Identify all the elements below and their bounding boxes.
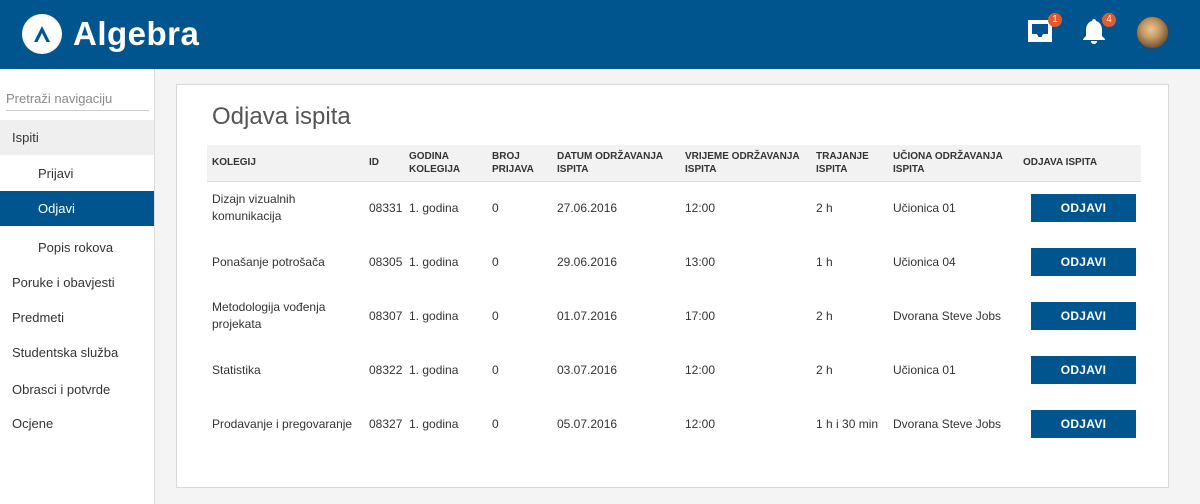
col-header-uciona: UČIONA ODRŽAVANJA ISPITA xyxy=(888,145,1018,182)
cell-action: ODJAVI xyxy=(1018,235,1141,289)
col-header-godina: GODINA KOLEGIJA xyxy=(404,145,487,182)
cell-id: 08331 xyxy=(369,200,403,215)
cell-broj: 0 xyxy=(492,254,499,269)
table-row: Ponašanje potrošača 08305 1. godina 0 29… xyxy=(207,235,1141,289)
cell-vrijeme: 13:00 xyxy=(685,254,716,269)
cell-vrijeme: 12:00 xyxy=(685,200,716,215)
cell-broj: 0 xyxy=(492,362,499,377)
sidebar-item-obrasci[interactable]: Obrasci i potvrde xyxy=(0,372,154,407)
table-header-row: KOLEGIJ ID GODINA KOLEGIJA BROJ PRIJAVA … xyxy=(207,145,1141,182)
page-title: Odjava ispita xyxy=(212,103,351,130)
cell-datum: 01.07.2016 xyxy=(557,308,618,323)
col-header-datum: DATUM ODRŽAVANJA ISPITA xyxy=(552,145,680,182)
odjavi-button[interactable]: ODJAVI xyxy=(1031,356,1136,384)
cell-broj: 0 xyxy=(492,416,499,431)
cell-vrijeme: 17:00 xyxy=(685,308,716,323)
inbox-badge: 1 xyxy=(1048,13,1062,27)
table-row: Statistika 08322 1. godina 0 03.07.2016 … xyxy=(207,343,1141,397)
cell-datum: 03.07.2016 xyxy=(557,362,618,377)
sidebar-item-prijavi[interactable]: Prijavi xyxy=(0,156,154,191)
cell-trajanje: 2 h xyxy=(816,362,833,377)
col-header-kolegij: KOLEGIJ xyxy=(207,145,364,182)
cell-godina: 1. godina xyxy=(409,200,459,215)
cell-action: ODJAVI xyxy=(1018,289,1141,343)
cell-uciona: Učionica 01 xyxy=(893,200,956,215)
sidebar-item-popis-rokova[interactable]: Popis rokova xyxy=(0,230,154,265)
sidebar-item-ispiti[interactable]: Ispiti xyxy=(0,120,154,155)
cell-vrijeme: 12:00 xyxy=(685,362,716,377)
cell-trajanje: 1 h i 30 min xyxy=(816,416,879,431)
notifications-button[interactable]: 4 xyxy=(1080,13,1116,49)
cell-action: ODJAVI xyxy=(1018,181,1141,235)
col-header-trajanje: TRAJANJE ISPITA xyxy=(811,145,888,182)
sidebar-item-odjavi[interactable]: Odjavi xyxy=(0,191,154,226)
col-header-broj-prijava: BROJ PRIJAVA xyxy=(487,145,552,182)
inbox-button[interactable]: 1 xyxy=(1026,13,1062,49)
nav-search-input[interactable] xyxy=(6,87,149,111)
cell-kolegij: Dizajn vizualnih komunikacija xyxy=(212,192,296,224)
odjavi-button[interactable]: ODJAVI xyxy=(1031,194,1136,223)
col-header-vrijeme: VRIJEME ODRŽAVANJA ISPITA xyxy=(680,145,811,182)
cell-uciona: Učionica 01 xyxy=(893,362,956,377)
sidebar-item-predmeti[interactable]: Predmeti xyxy=(0,300,154,335)
col-header-id: ID xyxy=(364,145,404,182)
main-panel: Odjava ispita KOLEGIJ ID GODINA KOLEGIJA… xyxy=(176,84,1169,488)
cell-uciona: Učionica 04 xyxy=(893,254,956,269)
cell-kolegij: Metodologija vođenja projekata xyxy=(212,300,326,331)
cell-kolegij: Prodavanje i pregovaranje xyxy=(212,416,353,431)
logo-text: Algebra xyxy=(73,15,200,52)
cell-godina: 1. godina xyxy=(409,416,459,431)
cell-datum: 27.06.2016 xyxy=(557,200,618,215)
sidebar-item-studentska-sluzba[interactable]: Studentska služba xyxy=(0,335,154,370)
cell-broj: 0 xyxy=(492,308,499,323)
notifications-badge: 4 xyxy=(1102,13,1116,27)
cell-kolegij: Ponašanje potrošača xyxy=(212,254,325,269)
cell-godina: 1. godina xyxy=(409,308,459,323)
cell-datum: 29.06.2016 xyxy=(557,254,618,269)
odjavi-button[interactable]: ODJAVI xyxy=(1031,248,1136,276)
cell-datum: 05.07.2016 xyxy=(557,416,618,431)
cell-action: ODJAVI xyxy=(1018,343,1141,397)
cell-godina: 1. godina xyxy=(409,254,459,269)
table-row: Metodologija vođenja projekata 08307 1. … xyxy=(207,289,1141,343)
col-header-odjava: ODJAVA ISPITA xyxy=(1018,145,1141,182)
table-row: Prodavanje i pregovaranje 08327 1. godin… xyxy=(207,397,1141,451)
sidebar-item-poruke[interactable]: Poruke i obavjesti xyxy=(0,265,154,300)
logo[interactable]: Algebra xyxy=(22,14,199,54)
odjavi-button[interactable]: ODJAVI xyxy=(1031,302,1136,330)
cell-kolegij: Statistika xyxy=(212,362,261,377)
table-row: Dizajn vizualnih komunikacija 08331 1. g… xyxy=(207,181,1141,235)
cell-vrijeme: 12:00 xyxy=(685,416,716,431)
cell-action: ODJAVI xyxy=(1018,397,1141,451)
cell-broj: 0 xyxy=(492,200,499,215)
cell-id: 08322 xyxy=(369,362,403,377)
cell-uciona: Dvorana Steve Jobs xyxy=(893,416,1002,431)
sidebar-nav: Ispiti Prijavi Odjavi Popis rokova Poruk… xyxy=(0,69,155,504)
cell-id: 08327 xyxy=(369,416,403,431)
cell-godina: 1. godina xyxy=(409,362,459,377)
cell-trajanje: 2 h xyxy=(816,200,833,215)
exam-table: KOLEGIJ ID GODINA KOLEGIJA BROJ PRIJAVA … xyxy=(207,145,1141,451)
cell-id: 08307 xyxy=(369,308,403,323)
cell-trajanje: 1 h xyxy=(816,254,833,269)
cell-id: 08305 xyxy=(369,254,403,269)
odjavi-button[interactable]: ODJAVI xyxy=(1031,410,1136,438)
user-avatar[interactable] xyxy=(1136,16,1169,49)
cell-trajanje: 2 h xyxy=(816,308,833,323)
top-bar: Algebra 1 4 xyxy=(0,0,1200,69)
algebra-logo-icon xyxy=(22,14,62,54)
sidebar-item-ocjene[interactable]: Ocjene xyxy=(0,406,154,441)
cell-uciona: Dvorana Steve Jobs xyxy=(893,308,1002,323)
